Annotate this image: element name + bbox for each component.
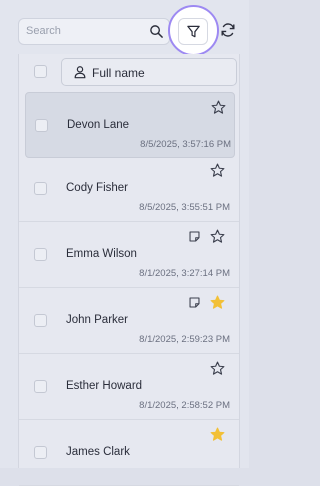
row-checkbox[interactable] xyxy=(34,446,47,459)
contact-name: Cody Fisher xyxy=(66,182,128,194)
list-item[interactable]: Devon Lane 8/5/2025, 3:57:16 PM xyxy=(25,92,235,158)
star-icon[interactable] xyxy=(211,100,226,115)
star-icon[interactable] xyxy=(210,361,225,376)
contact-name: Emma Wilson xyxy=(66,248,137,260)
note-icon[interactable] xyxy=(188,296,201,309)
star-icon[interactable] xyxy=(210,163,225,178)
contact-timestamp: 8/5/2025, 3:55:51 PM xyxy=(139,202,230,213)
user-icon xyxy=(74,66,86,79)
contact-timestamp: 8/1/2025, 3:27:14 PM xyxy=(139,268,230,279)
list-item[interactable]: Cody Fisher 8/5/2025, 3:55:51 PM xyxy=(19,156,239,222)
contact-name: John Parker xyxy=(66,314,129,326)
star-filled-icon[interactable] xyxy=(210,295,225,310)
contact-timestamp: 8/5/2025, 3:57:16 PM xyxy=(140,139,231,150)
search-icon[interactable] xyxy=(149,24,164,39)
filter-button[interactable] xyxy=(178,18,208,45)
note-icon[interactable] xyxy=(188,230,201,243)
list-item[interactable]: Esther Howard 8/1/2025, 2:58:52 PM xyxy=(19,354,239,420)
contact-timestamp: 8/1/2025, 2:58:52 PM xyxy=(139,400,230,411)
row-checkbox[interactable] xyxy=(34,248,47,261)
list-item[interactable]: John Parker 8/1/2025, 2:59:23 PM xyxy=(19,288,239,354)
contact-timestamp: 8/1/2025, 2:59:23 PM xyxy=(139,334,230,345)
full-name-label: Full name xyxy=(92,66,145,80)
contacts-panel: Search Full name Devon Lane 8/5/2025, 3:… xyxy=(0,0,249,486)
contact-list: Full name Devon Lane 8/5/2025, 3:57:16 PM… xyxy=(18,54,240,486)
star-filled-icon[interactable] xyxy=(210,427,225,442)
contact-name: Devon Lane xyxy=(67,119,130,131)
search-placeholder: Search xyxy=(26,25,61,37)
list-header: Full name xyxy=(19,54,239,92)
sort-full-name-button[interactable]: Full name xyxy=(61,58,237,86)
star-icon[interactable] xyxy=(210,229,225,244)
search-input[interactable]: Search xyxy=(18,18,170,45)
contact-name: James Clark xyxy=(66,446,130,458)
refresh-icon[interactable] xyxy=(220,22,236,38)
list-item[interactable]: James Clark xyxy=(19,420,239,486)
list-item[interactable]: Emma Wilson 8/1/2025, 3:27:14 PM xyxy=(19,222,239,288)
select-all-checkbox[interactable] xyxy=(34,65,47,78)
filter-icon xyxy=(187,25,200,38)
contact-name: Esther Howard xyxy=(66,380,143,392)
row-checkbox[interactable] xyxy=(34,314,47,327)
row-checkbox[interactable] xyxy=(35,119,48,132)
row-checkbox[interactable] xyxy=(34,182,47,195)
row-checkbox[interactable] xyxy=(34,380,47,393)
